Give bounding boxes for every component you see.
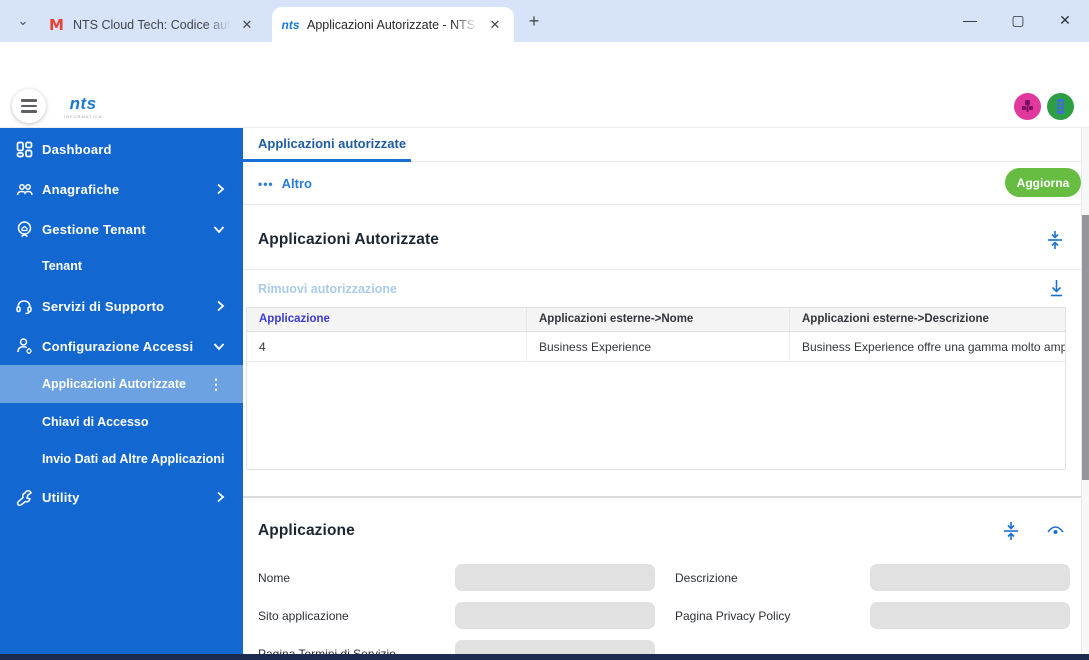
sidebar-item-label: Chiavi di Accesso <box>42 415 149 429</box>
sidebar-item-label: Configurazione Accessi <box>42 339 193 354</box>
section1-divider <box>243 269 1081 270</box>
more-label: Altro <box>282 176 312 191</box>
user-gear-icon <box>14 336 34 356</box>
sidebar-item-label: Applicazioni Autorizzate <box>42 377 186 391</box>
chevron-right-icon <box>216 183 225 195</box>
section1-title: Applicazioni Autorizzate <box>258 231 439 249</box>
window-maximize-button[interactable]: ▢ <box>995 0 1041 40</box>
column-header-nome[interactable]: Applicazioni esterne->Nome <box>527 308 790 331</box>
sidebar-item-label: Utility <box>42 490 80 505</box>
sidebar-item-configurazione-accessi[interactable]: Configurazione Accessi <box>0 327 243 365</box>
dashboard-icon <box>14 139 34 159</box>
collapse-vertical-icon[interactable] <box>1046 230 1064 248</box>
collapse-vertical-icon[interactable] <box>1002 521 1020 539</box>
nts-icon: nts <box>282 16 299 33</box>
nts-logo-text: nts <box>64 94 102 114</box>
scrollbar-thumb[interactable] <box>1082 215 1089 480</box>
section2-title: Applicazione <box>258 522 355 540</box>
user-avatar-pink[interactable] <box>1014 93 1041 120</box>
ellipsis-icon: ••• <box>258 177 274 191</box>
chevron-right-icon <box>216 300 225 312</box>
sito-applicazione-input[interactable] <box>455 602 655 629</box>
chevron-down-icon <box>213 225 225 234</box>
cell-nome: Business Experience <box>527 332 790 361</box>
user-avatar-green[interactable] <box>1047 93 1074 120</box>
field-label-descrizione: Descrizione <box>675 571 738 585</box>
cell-descrizione: Business Experience offre una gamma molt… <box>790 332 1065 361</box>
tab-close-icon[interactable]: ✕ <box>486 16 504 34</box>
sidebar: Dashboard Anagrafiche Gestione Tenant Te… <box>0 128 243 655</box>
browser-tab-gmail[interactable]: M NTS Cloud Tech: Codice autentic ✕ <box>38 7 266 42</box>
sidebar-item-label: Invio Dati ad Altre Applicazioni <box>42 452 224 466</box>
tenant-icon <box>14 219 34 239</box>
pagina-privacy-policy-input[interactable] <box>870 602 1070 629</box>
wrench-icon <box>14 487 34 507</box>
download-icon[interactable] <box>1048 279 1066 297</box>
new-tab-button[interactable]: + <box>523 10 545 32</box>
nts-logo: nts INFORMATICA <box>64 94 102 119</box>
aggiorna-button[interactable]: Aggiorna <box>1005 168 1081 197</box>
cell-applicazione: 4 <box>247 332 527 361</box>
sidebar-item-dashboard[interactable]: Dashboard <box>0 130 243 168</box>
field-label-pagina-privacy-policy: Pagina Privacy Policy <box>675 609 790 623</box>
sidebar-item-servizi-di-supporto[interactable]: Servizi di Supporto <box>0 287 243 325</box>
chevron-down-icon <box>213 342 225 351</box>
descrizione-input[interactable] <box>870 564 1070 591</box>
tab-applicazioni-autorizzate[interactable]: Applicazioni autorizzate <box>258 136 406 151</box>
sidebar-item-anagrafiche[interactable]: Anagrafiche <box>0 170 243 208</box>
column-header-applicazione[interactable]: Applicazione <box>247 308 527 331</box>
page-tab-bar: Applicazioni autorizzate <box>243 128 1081 162</box>
kebab-menu-icon[interactable]: ⋮ <box>209 376 223 393</box>
sidebar-item-utility[interactable]: Utility <box>0 478 243 516</box>
tab-search-icon[interactable]: ⌄ <box>10 8 36 34</box>
more-menu-button[interactable]: ••• Altro <box>258 176 312 191</box>
hamburger-menu-button[interactable] <box>12 89 46 123</box>
sidebar-item-gestione-tenant[interactable]: Gestione Tenant <box>0 210 243 248</box>
gmail-icon: M <box>48 16 65 33</box>
sidebar-item-label: Gestione Tenant <box>42 222 146 237</box>
field-label-nome: Nome <box>258 571 290 585</box>
sidebar-item-label: Tenant <box>42 259 82 273</box>
chevron-right-icon <box>216 491 225 503</box>
page-action-row: ••• Altro Aggiorna <box>243 162 1081 205</box>
app-header <box>0 85 1089 128</box>
bottom-edge-strip <box>0 654 1089 660</box>
sidebar-item-chiavi-di-accesso[interactable]: Chiavi di Accesso <box>0 403 243 441</box>
nome-input[interactable] <box>455 564 655 591</box>
rimuovi-autorizzazione-button[interactable]: Rimuovi autorizzazione <box>258 282 397 296</box>
authorized-apps-table[interactable]: Applicazione Applicazioni esterne->Nome … <box>246 307 1066 470</box>
window-close-button[interactable]: ✕ <box>1042 0 1088 40</box>
sidebar-item-label: Servizi di Supporto <box>42 299 164 314</box>
sidebar-item-applicazioni-autorizzate[interactable]: Applicazioni Autorizzate ⋮ <box>0 365 243 403</box>
tab-title: Applicazioni Autorizzate - NTS C <box>307 18 478 32</box>
sidebar-item-invio-dati[interactable]: Invio Dati ad Altre Applicazioni <box>0 440 243 478</box>
tab-close-icon[interactable]: ✕ <box>238 16 256 34</box>
tab-title: NTS Cloud Tech: Codice autentic <box>73 18 230 32</box>
sidebar-item-tenant[interactable]: Tenant <box>0 247 243 285</box>
browser-tab-active[interactable]: nts Applicazioni Autorizzate - NTS C ✕ <box>272 7 514 42</box>
people-icon <box>14 179 34 199</box>
browser-toolbar: ← → ⟳ cloud.ntsinformatica.it/manage/TGl… <box>0 42 1089 85</box>
section-divider <box>243 496 1081 498</box>
field-label-sito-applicazione: Sito applicazione <box>258 609 349 623</box>
browser-titlebar: ⌄ M NTS Cloud Tech: Codice autentic ✕ nt… <box>0 0 1089 42</box>
column-header-descrizione[interactable]: Applicazioni esterne->Descrizione <box>790 308 1065 331</box>
table-header-row: Applicazione Applicazioni esterne->Nome … <box>247 308 1065 332</box>
eye-icon[interactable] <box>1046 524 1064 542</box>
sidebar-item-label: Anagrafiche <box>42 182 119 197</box>
window-minimize-button[interactable]: — <box>947 0 993 40</box>
sidebar-item-label: Dashboard <box>42 142 112 157</box>
table-row[interactable]: 4 Business Experience Business Experienc… <box>247 332 1065 362</box>
headset-icon <box>14 296 34 316</box>
nts-logo-subtext: INFORMATICA <box>64 114 102 119</box>
